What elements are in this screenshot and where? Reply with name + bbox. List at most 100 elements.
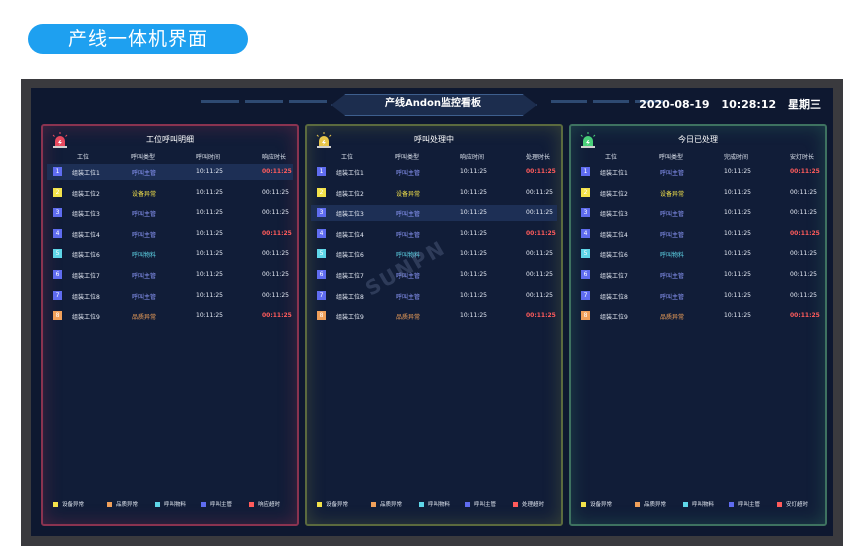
table-row[interactable]: 8 组装工位9 品质异常 10:11:25 00:11:25 (575, 308, 821, 324)
table-row[interactable]: 1 组装工位1 呼叫主管 10:11:25 00:11:25 (575, 164, 821, 180)
station-name: 组装工位4 (600, 231, 628, 239)
call-type: 设备异常 (132, 190, 157, 198)
legend-item: 呼叫物料 (683, 500, 714, 508)
decor-line (201, 100, 239, 103)
column-header: 工位 (605, 154, 618, 161)
station-name: 组装工位6 (600, 252, 628, 260)
table-row[interactable]: 3 组装工位3 呼叫主管 10:11:25 00:11:25 (311, 205, 557, 222)
row-number-badge: 2 (317, 187, 326, 197)
row-number-badge: 4 (581, 228, 590, 238)
duration: 00:11:25 (790, 271, 817, 278)
legend-label: 设备异常 (590, 502, 613, 508)
legend-swatch (201, 502, 206, 507)
call-time: 10:11:25 (724, 312, 751, 320)
call-type: 呼叫主管 (396, 293, 421, 301)
station-name: 组装工位1 (600, 170, 628, 177)
call-time: 10:11:25 (460, 312, 487, 320)
legend: 设备异常 品质异常 呼叫物料 呼叫主管 安灯超时 (571, 500, 825, 510)
duration: 00:11:25 (526, 271, 553, 278)
call-time: 10:11:25 (724, 250, 751, 258)
table-row[interactable]: 1 组装工位1 呼叫主管 10:11:25 00:11:25 (47, 164, 293, 180)
legend-item: 品质异常 (635, 500, 666, 508)
station-name: 组装工位3 (336, 211, 364, 219)
time-text: 10:28:12 (721, 98, 777, 111)
legend-swatch (249, 502, 254, 507)
legend-label: 呼叫物料 (428, 502, 451, 508)
call-type: 呼叫物料 (660, 252, 685, 260)
legend-label: 设备异常 (326, 502, 349, 508)
table-row[interactable]: 6 组装工位7 呼叫主管 10:11:25 00:11:25 (47, 267, 293, 283)
table-row[interactable]: 7 组装工位8 呼叫主管 10:11:25 00:11:25 (575, 288, 821, 304)
column-header: 响应时长 (262, 154, 287, 161)
call-time: 10:11:25 (724, 229, 751, 237)
legend-label: 呼叫物料 (692, 502, 715, 508)
table-row[interactable]: 2 组装工位2 设备异常 10:11:25 00:11:25 (575, 185, 821, 201)
table-row[interactable]: 7 组装工位8 呼叫主管 10:11:25 00:11:25 (47, 288, 293, 304)
call-type: 呼叫主管 (132, 273, 157, 280)
legend-label: 呼叫主管 (474, 502, 497, 508)
date-text: 2020-08-19 (639, 98, 710, 111)
legend-item: 设备异常 (581, 500, 612, 508)
row-number-badge: 6 (53, 270, 62, 279)
duration: 00:11:25 (262, 168, 292, 175)
column-header: 呼叫类型 (395, 154, 420, 161)
table-row[interactable]: 1 组装工位1 呼叫主管 10:11:25 00:11:25 (311, 164, 557, 180)
row-number-badge: 8 (53, 311, 62, 321)
table-row[interactable]: 6 组装工位7 呼叫主管 10:11:25 00:11:25 (311, 267, 557, 283)
duration: 00:11:25 (526, 291, 553, 299)
panel-header: 工位呼叫明细 (43, 132, 297, 148)
column-headers: 工位 呼叫类型 响应时间 处理时长 (307, 152, 561, 164)
legend-item: 呼叫物料 (155, 500, 186, 508)
row-number-badge: 7 (581, 290, 590, 300)
legend-item: 设备异常 (53, 500, 84, 508)
call-time: 10:11:25 (460, 291, 487, 299)
row-number-badge: 7 (317, 290, 326, 300)
legend-label: 呼叫主管 (210, 502, 233, 508)
row-number-badge: 1 (317, 167, 326, 176)
call-type: 呼叫主管 (132, 231, 157, 239)
duration: 00:11:25 (526, 209, 553, 217)
duration: 00:11:25 (526, 229, 556, 237)
station-name: 组装工位2 (336, 190, 364, 198)
table-row[interactable]: 4 组装工位4 呼叫主管 10:11:25 00:11:25 (575, 226, 821, 242)
call-time: 10:11:25 (196, 168, 223, 175)
call-time: 10:11:25 (196, 291, 223, 299)
duration: 00:11:25 (262, 291, 289, 299)
table-row[interactable]: 8 组装工位9 品质异常 10:11:25 00:11:25 (47, 308, 293, 324)
call-time: 10:11:25 (196, 312, 223, 320)
table-row[interactable]: 6 组装工位7 呼叫主管 10:11:25 00:11:25 (575, 267, 821, 283)
row-number-badge: 8 (581, 311, 590, 321)
table-row[interactable]: 8 组装工位9 品质异常 10:11:25 00:11:25 (311, 308, 557, 324)
column-header: 呼叫时间 (196, 154, 221, 161)
legend: 设备异常 品质异常 呼叫物料 呼叫主管 处理超时 (307, 500, 561, 510)
row-number-badge: 6 (317, 270, 326, 279)
station-name: 组装工位8 (72, 293, 100, 301)
duration: 00:11:25 (790, 291, 817, 299)
table-row[interactable]: 7 组装工位8 呼叫主管 10:11:25 00:11:25 (311, 288, 557, 304)
andon-screen: 产线Andon监控看板 2020-08-19 10:28:12 星期三 工位呼叫… (31, 88, 833, 536)
call-time: 10:11:25 (724, 271, 751, 278)
legend-item: 设备异常 (317, 500, 348, 508)
station-name: 组装工位7 (336, 273, 364, 280)
call-type: 设备异常 (660, 190, 685, 198)
legend-swatch (465, 502, 470, 507)
legend-swatch (155, 502, 160, 507)
legend-swatch (777, 502, 782, 507)
table-row[interactable]: 4 组装工位4 呼叫主管 10:11:25 00:11:25 (47, 226, 293, 242)
table-row[interactable]: 3 组装工位3 呼叫主管 10:11:25 00:11:25 (47, 205, 293, 221)
table-row[interactable]: 5 组装工位6 呼叫物料 10:11:25 00:11:25 (575, 246, 821, 262)
legend-item: 呼叫物料 (419, 500, 450, 508)
table-row[interactable]: 2 组装工位2 设备异常 10:11:25 00:11:25 (47, 185, 293, 201)
duration: 00:11:25 (790, 312, 820, 320)
table-row[interactable]: 5 组装工位6 呼叫物料 10:11:25 00:11:25 (47, 246, 293, 262)
weekday-text: 星期三 (788, 98, 821, 111)
row-number-badge: 5 (317, 249, 326, 259)
column-headers: 工位 呼叫类型 呼叫时间 响应时长 (43, 152, 297, 164)
call-time: 10:11:25 (460, 209, 487, 217)
call-type: 呼叫主管 (660, 170, 685, 177)
table-row[interactable]: 3 组装工位3 呼叫主管 10:11:25 00:11:25 (575, 205, 821, 221)
duration: 00:11:25 (262, 271, 289, 278)
row-number-badge: 5 (581, 249, 590, 259)
table-row[interactable]: 2 组装工位2 设备异常 10:11:25 00:11:25 (311, 185, 557, 201)
top-bar: 产线Andon监控看板 2020-08-19 10:28:12 星期三 (31, 88, 833, 118)
